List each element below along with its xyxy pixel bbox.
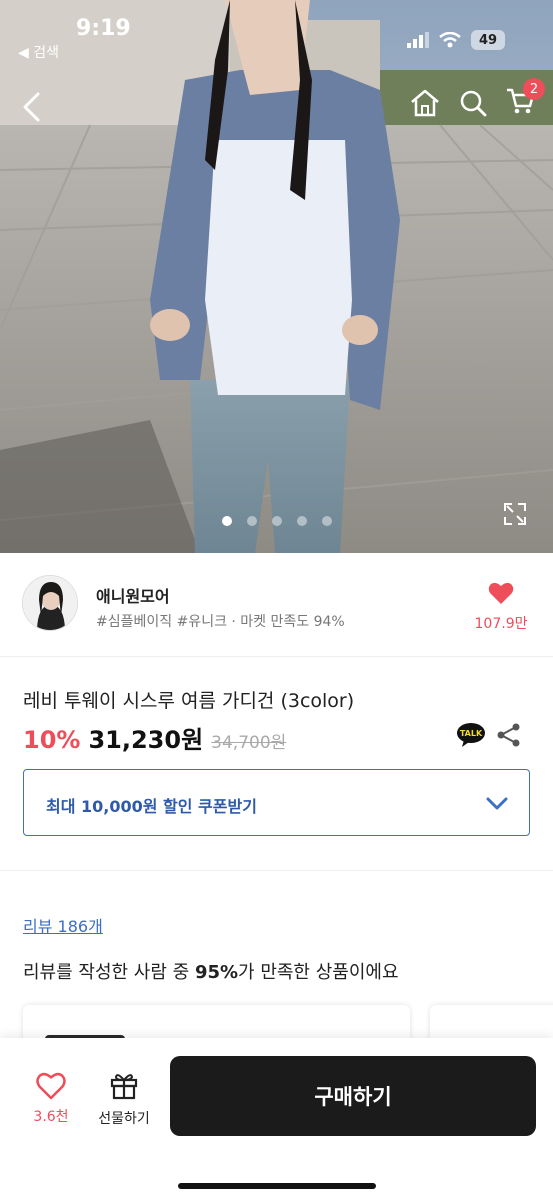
wifi-icon xyxy=(439,32,461,48)
reviews-link[interactable]: 리뷰 186개 xyxy=(23,913,103,937)
heart-outline-icon xyxy=(36,1072,66,1100)
wishlist-count: 3.6천 xyxy=(33,1109,69,1125)
cart-count-badge: 2 xyxy=(523,78,545,100)
gallery-dot[interactable] xyxy=(297,516,307,526)
shop-name[interactable]: 애니원모어 xyxy=(96,583,170,607)
gallery-dot[interactable] xyxy=(272,516,282,526)
coupon-label: 최대 10,000원 할인 쿠폰받기 xyxy=(46,797,257,816)
shop-avatar-image xyxy=(23,576,77,630)
cart-button[interactable]: 2 xyxy=(505,78,545,120)
original-price: 34,700원 xyxy=(211,733,287,753)
status-icons: 49 xyxy=(407,30,505,50)
status-bar: 9:19 ◀ 검색 49 xyxy=(0,0,553,70)
status-time: 9:19 xyxy=(76,16,131,41)
gallery-pagination xyxy=(222,516,332,526)
heart-filled-icon xyxy=(488,582,514,604)
search-icon[interactable] xyxy=(459,89,487,117)
gift-icon xyxy=(110,1074,138,1100)
shop-like-button[interactable]: 107.9만 xyxy=(471,581,531,633)
product-photo xyxy=(0,0,553,553)
chevron-down-icon xyxy=(486,797,508,810)
shop-info[interactable]: 애니원모어 #심플베이직 #유니크 · 마켓 만족도 94% 107.9만 xyxy=(0,553,553,657)
gift-label: 선물하기 xyxy=(98,1111,150,1127)
kakao-talk-label: TALK xyxy=(460,729,483,738)
sale-price: 31,230원 xyxy=(88,726,204,754)
product-image-gallery[interactable]: 9:19 ◀ 검색 49 2 xyxy=(0,0,553,553)
coupon-button[interactable]: 최대 10,000원 할인 쿠폰받기 xyxy=(23,769,530,836)
reviews-summary-suffix: 가 만족한 상품이에요 xyxy=(238,962,399,983)
buy-button[interactable]: 구매하기 xyxy=(170,1056,536,1136)
bottom-action-bar: 3.6천 선물하기 구매하기 xyxy=(0,1038,553,1200)
battery-icon: 49 xyxy=(471,30,505,50)
gift-button[interactable]: 선물하기 xyxy=(90,1070,158,1128)
gallery-dot[interactable] xyxy=(222,516,232,526)
reviews-satisfaction-percent: 95% xyxy=(194,962,239,983)
reviews-summary: 리뷰를 작성한 사람 중 95%가 만족한 상품이에요 xyxy=(23,958,399,984)
share-icon[interactable] xyxy=(496,722,522,748)
home-icon[interactable] xyxy=(409,88,441,118)
header-actions: 2 xyxy=(409,78,545,120)
reviews-summary-prefix: 리뷰를 작성한 사람 중 xyxy=(23,962,195,983)
wishlist-button[interactable]: 3.6천 xyxy=(28,1072,74,1126)
shop-like-count: 107.9만 xyxy=(474,616,528,632)
section-divider xyxy=(0,870,553,871)
shop-tags: #심플베이직 #유니크 · 마켓 만족도 94% xyxy=(96,614,345,630)
home-indicator xyxy=(178,1183,376,1189)
expand-icon[interactable] xyxy=(503,502,527,526)
kakao-talk-icon[interactable]: TALK xyxy=(456,722,486,748)
back-arrow-icon[interactable] xyxy=(22,92,42,122)
shop-avatar[interactable] xyxy=(22,575,78,631)
price-row: 10% 31,230원 34,700원 xyxy=(23,720,286,755)
signal-icon xyxy=(407,32,429,48)
gallery-dot[interactable] xyxy=(322,516,332,526)
discount-rate: 10% xyxy=(23,726,81,754)
back-to-app-link[interactable]: ◀ 검색 xyxy=(18,42,59,62)
gallery-dot[interactable] xyxy=(247,516,257,526)
product-title: 레비 투웨이 시스루 여름 가디건 (3color) xyxy=(23,690,355,712)
